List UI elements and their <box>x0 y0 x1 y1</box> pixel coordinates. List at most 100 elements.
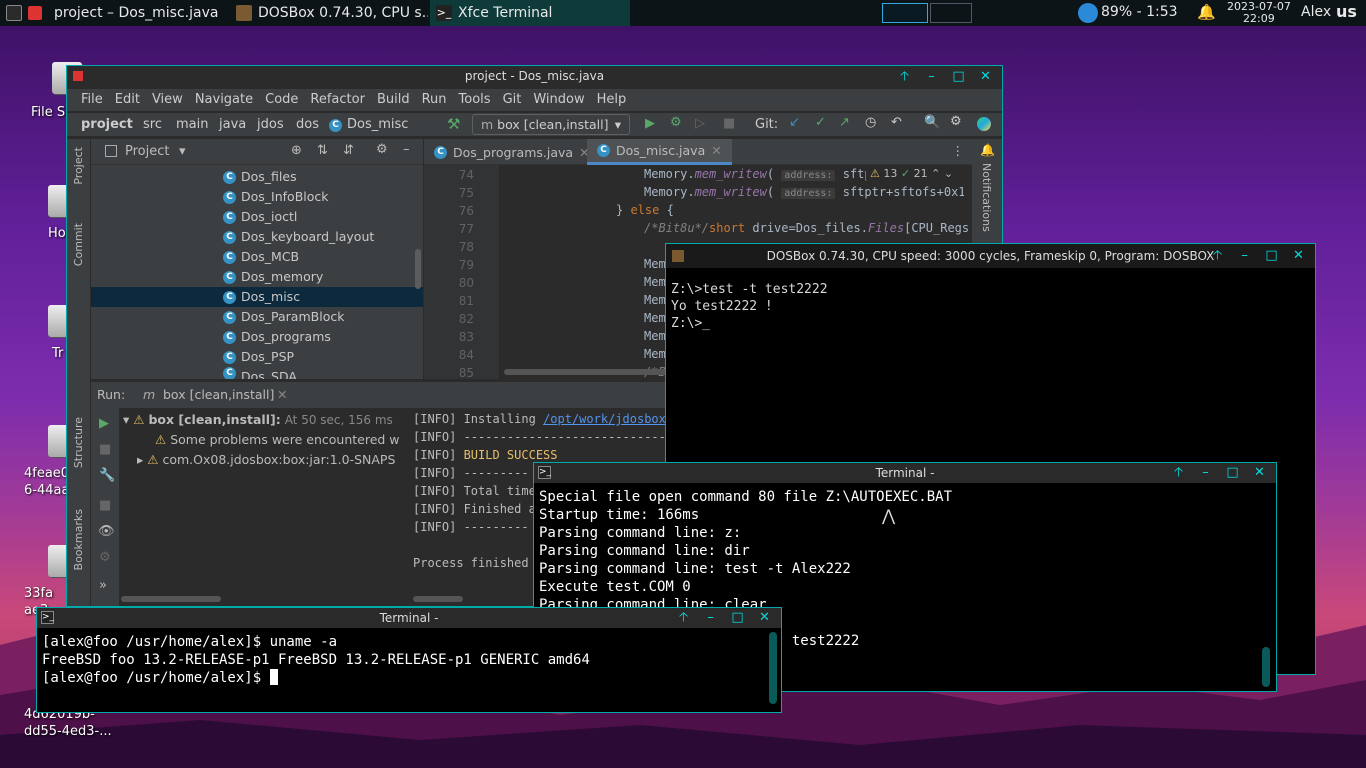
code-line[interactable]: } else { <box>616 203 674 217</box>
chevron-down-icon[interactable]: ⌄ <box>944 167 953 180</box>
breadcrumb-project[interactable]: project <box>81 117 133 132</box>
maximize-icon[interactable]: □ <box>1263 247 1280 264</box>
tree-item[interactable]: C Dos_ioctl <box>223 207 297 227</box>
settings-gear-icon[interactable]: ⚙ <box>950 114 962 129</box>
breadcrumb-jdos[interactable]: jdos <box>257 117 284 132</box>
git-push-icon[interactable]: ↗ <box>839 115 850 130</box>
menu-refactor[interactable]: Refactor <box>304 89 371 111</box>
breadcrumb-main[interactable]: main <box>176 117 208 132</box>
keyboard-layout[interactable]: us <box>1336 2 1357 21</box>
close-icon[interactable]: ✕ <box>277 387 287 402</box>
code-line[interactable]: /*Bit8u*/short drive=Dos_files.Files[CPU… <box>644 221 974 235</box>
raise-icon[interactable]: 🡡 <box>675 609 692 626</box>
run-config-select[interactable]: m box [clean,install] ▾ <box>472 114 630 135</box>
tab-dos-misc[interactable]: C Dos_misc.java ✕ <box>587 139 732 165</box>
taskbar-item-dosbox[interactable]: DOSBox 0.74.30, CPU s... <box>230 0 428 26</box>
inspection-widget[interactable]: ⚠ 13 ✓ 21 ⌃ ⌄ <box>866 167 958 180</box>
tree-item[interactable]: C Dos_SDA <box>223 367 297 379</box>
taskbar-item-terminal[interactable]: >_ Xfce Terminal <box>430 0 630 26</box>
menu-edit[interactable]: Edit <box>109 89 146 111</box>
tree-item[interactable]: C Dos_PSP <box>223 347 294 367</box>
options-gear-icon[interactable]: ⚙ <box>376 142 388 157</box>
raise-icon[interactable]: 🡡 <box>896 68 913 85</box>
close-icon[interactable]: ✕ <box>756 609 773 626</box>
menu-tools[interactable]: Tools <box>453 89 497 111</box>
run-tree-artifact[interactable]: ▸ ⚠ com.Ox08.jdosbox:box:jar:1.0-SNAPS <box>137 452 402 467</box>
close-icon[interactable]: ✕ <box>1251 464 1268 481</box>
taskbar-item-ide[interactable]: project – Dos_misc.java <box>0 0 228 26</box>
tree-hscrollbar[interactable] <box>121 596 221 602</box>
menu-build[interactable]: Build <box>371 89 416 111</box>
clock-time[interactable]: 22:09 <box>1243 13 1275 25</box>
tree-item-selected[interactable]: C Dos_misc <box>91 287 423 307</box>
debug-icon[interactable]: ⚙ <box>670 115 682 130</box>
tab-dos-programs[interactable]: C Dos_programs.java ✕ <box>424 139 600 165</box>
eye-icon[interactable]: 👁 <box>98 524 115 539</box>
tree-item[interactable]: C Dos_keyboard_layout <box>223 227 374 247</box>
rerun-icon[interactable]: ▶ <box>99 416 109 431</box>
chevron-up-icon[interactable]: ⌃ <box>931 167 940 180</box>
terminal-scrollbar[interactable] <box>1262 647 1270 687</box>
terminal-titlebar[interactable]: >_ Terminal - 🡡 – □ ✕ <box>534 463 1276 483</box>
locate-icon[interactable]: ⊕ <box>291 143 302 158</box>
minimize-icon[interactable]: – <box>923 68 940 85</box>
bell-icon[interactable]: 🔔 <box>1197 3 1216 21</box>
more-icon[interactable]: ⋮ <box>952 143 965 158</box>
battery-status[interactable]: 89% - 1:53 <box>1101 4 1178 20</box>
tool-tab-structure[interactable]: Structure <box>72 417 85 468</box>
raise-icon[interactable]: 🡡 <box>1170 464 1187 481</box>
minimize-icon[interactable]: – <box>702 609 719 626</box>
run-tree-problem[interactable]: ⚠ Some problems were encountered w <box>155 432 405 447</box>
coverage-icon[interactable]: ▷ <box>695 116 705 131</box>
tool-tab-bookmarks[interactable]: Bookmarks <box>72 509 85 570</box>
path-link[interactable]: /opt/work/jdosbox- <box>543 412 673 426</box>
stop-icon[interactable]: ■ <box>99 442 111 457</box>
tree-item[interactable]: C Dos_InfoBlock <box>223 187 329 207</box>
tree-item[interactable]: C Dos_files <box>223 167 297 187</box>
dos-prompt[interactable]: Z:\>_ <box>671 316 710 332</box>
terminal-scrollbar[interactable] <box>769 632 777 704</box>
expand-all-icon[interactable]: ⇅ <box>317 143 328 158</box>
run-icon[interactable]: ▶ <box>645 116 655 131</box>
maximize-icon[interactable]: □ <box>1224 464 1241 481</box>
wrench-icon[interactable]: 🔧 <box>99 468 115 483</box>
search-icon[interactable]: 🔍 <box>924 115 940 130</box>
user-menu[interactable]: Alex <box>1301 4 1331 20</box>
bell-icon[interactable]: 🔔 <box>980 143 995 157</box>
menu-git[interactable]: Git <box>497 89 528 111</box>
menu-window[interactable]: Window <box>527 89 590 111</box>
chevron-down-icon[interactable]: ▾ <box>179 144 186 159</box>
more-icon[interactable]: » <box>99 578 107 593</box>
stop-icon[interactable]: ■ <box>723 116 735 131</box>
minimize-icon[interactable]: – <box>1197 464 1214 481</box>
output-hscrollbar[interactable] <box>413 596 463 602</box>
run-tree-root[interactable]: ▾ ⚠ box [clean,install]: At 50 sec, 156 … <box>123 412 393 427</box>
dosbox-titlebar[interactable]: DOSBox 0.74.30, CPU speed: 3000 cycles, … <box>666 244 1315 268</box>
breadcrumb-java[interactable]: java <box>219 117 246 132</box>
tool-tab-commit[interactable]: Commit <box>72 223 85 266</box>
code-line[interactable]: Memory.mem_writew( address: sftp <box>644 167 872 181</box>
gear-icon[interactable]: ⚙ <box>99 550 111 565</box>
build-hammer-icon[interactable]: ⚒ <box>447 115 460 133</box>
hide-icon[interactable]: – <box>403 142 410 157</box>
tool-tab-notifications[interactable]: Notifications <box>980 163 993 232</box>
tree-scrollbar[interactable] <box>415 249 421 289</box>
minimize-icon[interactable]: – <box>1236 247 1253 264</box>
tree-item[interactable]: C Dos_programs <box>223 327 331 347</box>
code-line[interactable]: Memory.mem_writew( address: sftptr+sftof… <box>644 185 964 199</box>
menu-view[interactable]: View <box>146 89 189 111</box>
close-icon[interactable]: ✕ <box>711 143 721 158</box>
terminal-prompt[interactable]: [alex@foo /usr/home/alex]$ <box>42 669 278 687</box>
menu-file[interactable]: File <box>75 89 109 111</box>
menu-help[interactable]: Help <box>591 89 633 111</box>
rollback-icon[interactable]: ↶ <box>891 115 902 130</box>
menu-code[interactable]: Code <box>259 89 304 111</box>
history-icon[interactable]: ◷ <box>865 115 876 130</box>
close-icon[interactable]: ✕ <box>1290 247 1307 264</box>
run-tab-label[interactable]: box [clean,install] <box>163 387 274 402</box>
git-commit-icon[interactable]: ✓ <box>815 115 826 130</box>
pause-icon[interactable]: ■ <box>99 498 111 513</box>
workspace-2[interactable] <box>930 3 972 23</box>
workspace-1[interactable] <box>882 3 928 23</box>
tree-item[interactable]: C Dos_memory <box>223 267 323 287</box>
